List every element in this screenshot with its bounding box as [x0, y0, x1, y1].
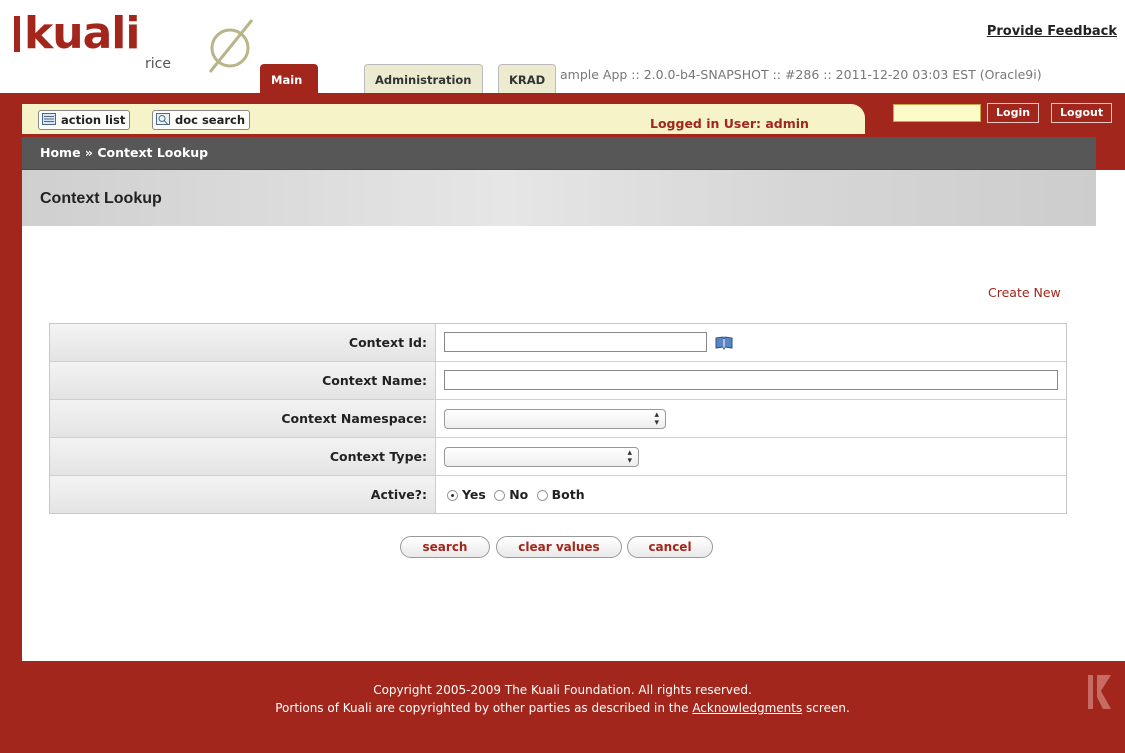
context-id-label: Context Id:: [50, 324, 436, 361]
form-row-context-name: Context Name:: [50, 362, 1066, 400]
active-both-radio[interactable]: [536, 490, 548, 501]
form-row-context-namespace: Context Namespace: ▴ ▾: [50, 400, 1066, 438]
version-info: ample App :: 2.0.0-b4-SNAPSHOT :: #286 :…: [560, 67, 1042, 82]
logged-in-user: Logged in User: admin: [650, 116, 809, 131]
login-button[interactable]: Login: [987, 103, 1040, 123]
clear-values-button[interactable]: clear values: [496, 536, 622, 558]
context-namespace-select[interactable]: ▴ ▾: [444, 409, 666, 429]
provide-feedback-link[interactable]: Provide Feedback: [987, 24, 1117, 39]
context-namespace-label: Context Namespace:: [50, 400, 436, 437]
context-name-cell: [437, 362, 1065, 399]
context-id-input[interactable]: [444, 332, 707, 352]
page-header: kuali rice Provide Feedback Main Menu Ad…: [0, 0, 1125, 117]
page-footer: Copyright 2005-2009 The Kuali Foundation…: [0, 661, 1125, 753]
logo-wordmark: kuali: [24, 8, 140, 59]
active-yes-radio[interactable]: [447, 490, 458, 501]
cancel-button[interactable]: cancel: [627, 536, 713, 558]
kuali-k-icon: [1088, 675, 1111, 709]
footer-portions: Portions of Kuali are copyrighted by oth…: [0, 701, 1125, 715]
action-list-icon: [42, 113, 56, 125]
active-both-label: Both: [551, 487, 585, 502]
lookup-form: Context Id: Context Name: Context Namesp…: [49, 323, 1067, 514]
context-type-label: Context Type:: [50, 438, 436, 475]
kuali-rice-logo[interactable]: kuali rice: [14, 10, 264, 80]
form-row-context-type: Context Type: ▴ ▾: [50, 438, 1066, 476]
tab-krad[interactable]: KRAD: [498, 64, 557, 93]
login-input[interactable]: [893, 104, 981, 122]
search-button[interactable]: search: [400, 536, 490, 558]
logo-swoosh-icon: [208, 19, 254, 73]
tab-administration[interactable]: Administration: [364, 64, 483, 93]
breadcrumb: Home » Context Lookup: [22, 137, 1096, 169]
active-label: Active?:: [50, 476, 436, 513]
doc-search-label: doc search: [175, 113, 246, 127]
context-name-label: Context Name:: [50, 362, 436, 399]
logo-product: rice: [145, 56, 171, 72]
doc-search-icon: [156, 113, 170, 125]
context-name-input[interactable]: [444, 370, 1058, 390]
footer-portions-text: Portions of Kuali are copyrighted by oth…: [275, 701, 689, 715]
context-type-select[interactable]: ▴ ▾: [444, 447, 639, 467]
title-bar: Context Lookup: [22, 170, 1096, 226]
form-row-active: Active?: Yes No Both: [50, 476, 1066, 513]
footer-portions-suffix: screen.: [806, 701, 850, 715]
page-title: Context Lookup: [40, 190, 162, 207]
select-stepper-icon: ▴ ▾: [627, 448, 632, 466]
tab-main-menu[interactable]: Main Menu: [260, 64, 318, 117]
action-list-label: action list: [61, 113, 126, 127]
active-no-radio[interactable]: [494, 490, 506, 501]
form-row-context-id: Context Id:: [50, 324, 1066, 362]
doc-search-button[interactable]: doc search: [152, 110, 251, 130]
action-list-button[interactable]: action list: [38, 110, 131, 130]
footer-copyright: Copyright 2005-2009 The Kuali Foundation…: [373, 683, 752, 697]
context-namespace-cell: ▴ ▾: [437, 400, 1065, 437]
select-stepper-icon: ▴ ▾: [654, 410, 659, 428]
lookup-book-icon[interactable]: [715, 336, 733, 350]
create-new-link[interactable]: Create New: [988, 285, 1061, 300]
active-yes-label: Yes: [462, 487, 486, 502]
content-panel: Context Lookup Create New Context Id: Co…: [22, 170, 1125, 661]
acknowledgments-link[interactable]: Acknowledgments: [692, 701, 802, 715]
logout-button[interactable]: Logout: [1051, 103, 1113, 123]
active-radio-group: Yes No Both: [447, 487, 589, 502]
logo-bar: [14, 16, 20, 52]
breadcrumb-text[interactable]: Home » Context Lookup: [22, 137, 1096, 169]
active-no-label: No: [509, 487, 529, 502]
context-id-cell: [437, 324, 1065, 361]
context-type-cell: ▴ ▾: [437, 438, 1065, 475]
active-cell: Yes No Both: [437, 476, 1065, 513]
